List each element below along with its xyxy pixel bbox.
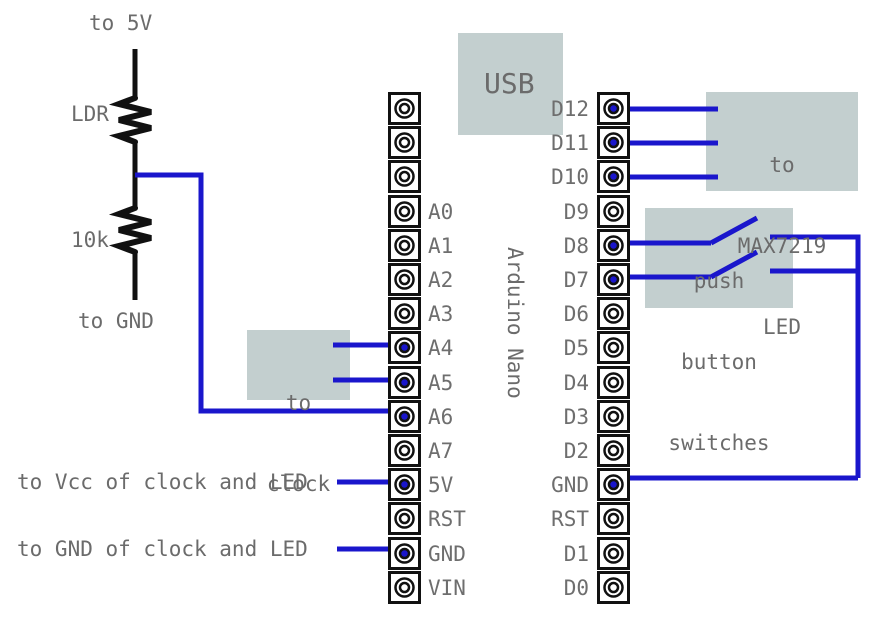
- right-pin-d9[interactable]: [597, 194, 630, 228]
- right-pin-d2[interactable]: [597, 434, 630, 467]
- right-pin-d1[interactable]: [597, 536, 630, 570]
- board-name-label: Arduino Nano: [503, 247, 527, 399]
- to-5v-label: to 5V: [89, 11, 153, 35]
- right-pin-d6[interactable]: [597, 297, 630, 331]
- right-pin-label-d11: D11: [551, 131, 589, 156]
- clock-line-1: to: [285, 391, 312, 415]
- right-pin-label-d9: D9: [563, 199, 589, 224]
- clock-line-2: clock: [266, 472, 331, 496]
- right-pin-rst[interactable]: [597, 502, 630, 536]
- usb-label: USB: [484, 67, 535, 100]
- right-pin-label-d7: D7: [563, 268, 589, 292]
- right-pin-d4[interactable]: [597, 365, 630, 399]
- switches-label-text: push button switches: [645, 214, 793, 511]
- ldr-label: LDR: [71, 102, 109, 126]
- clock-label-text: to clock: [247, 336, 350, 552]
- max7219-line-1: to: [769, 153, 795, 177]
- switches-line-2: button: [681, 350, 757, 374]
- right-pin-d11[interactable]: [597, 126, 630, 160]
- right-pin-d5[interactable]: [597, 331, 630, 365]
- right-pin-gnd[interactable]: [597, 468, 630, 502]
- right-pin-d12[interactable]: [597, 92, 630, 125]
- circuit-diagram-canvas: A0 A1 A2 A3 A4 A5 A6 A7 5V RST GND VIN D12 D11 D10 D9 D…: [0, 0, 888, 624]
- right-pin-label-d10: D10: [551, 165, 589, 190]
- right-pin-d10[interactable]: [597, 160, 630, 194]
- switches-line-1: push: [693, 269, 745, 293]
- to-gnd-label: to GND: [78, 309, 154, 333]
- right-pin-label-d0: D0: [563, 575, 589, 600]
- switches-line-3: switches: [668, 431, 770, 455]
- right-pin-d0[interactable]: [597, 570, 630, 604]
- right-pin-d3[interactable]: [597, 399, 630, 433]
- 10k-label: 10k: [71, 228, 109, 252]
- right-pin-d8[interactable]: [597, 228, 630, 262]
- right-pin-d7[interactable]: [597, 263, 630, 296]
